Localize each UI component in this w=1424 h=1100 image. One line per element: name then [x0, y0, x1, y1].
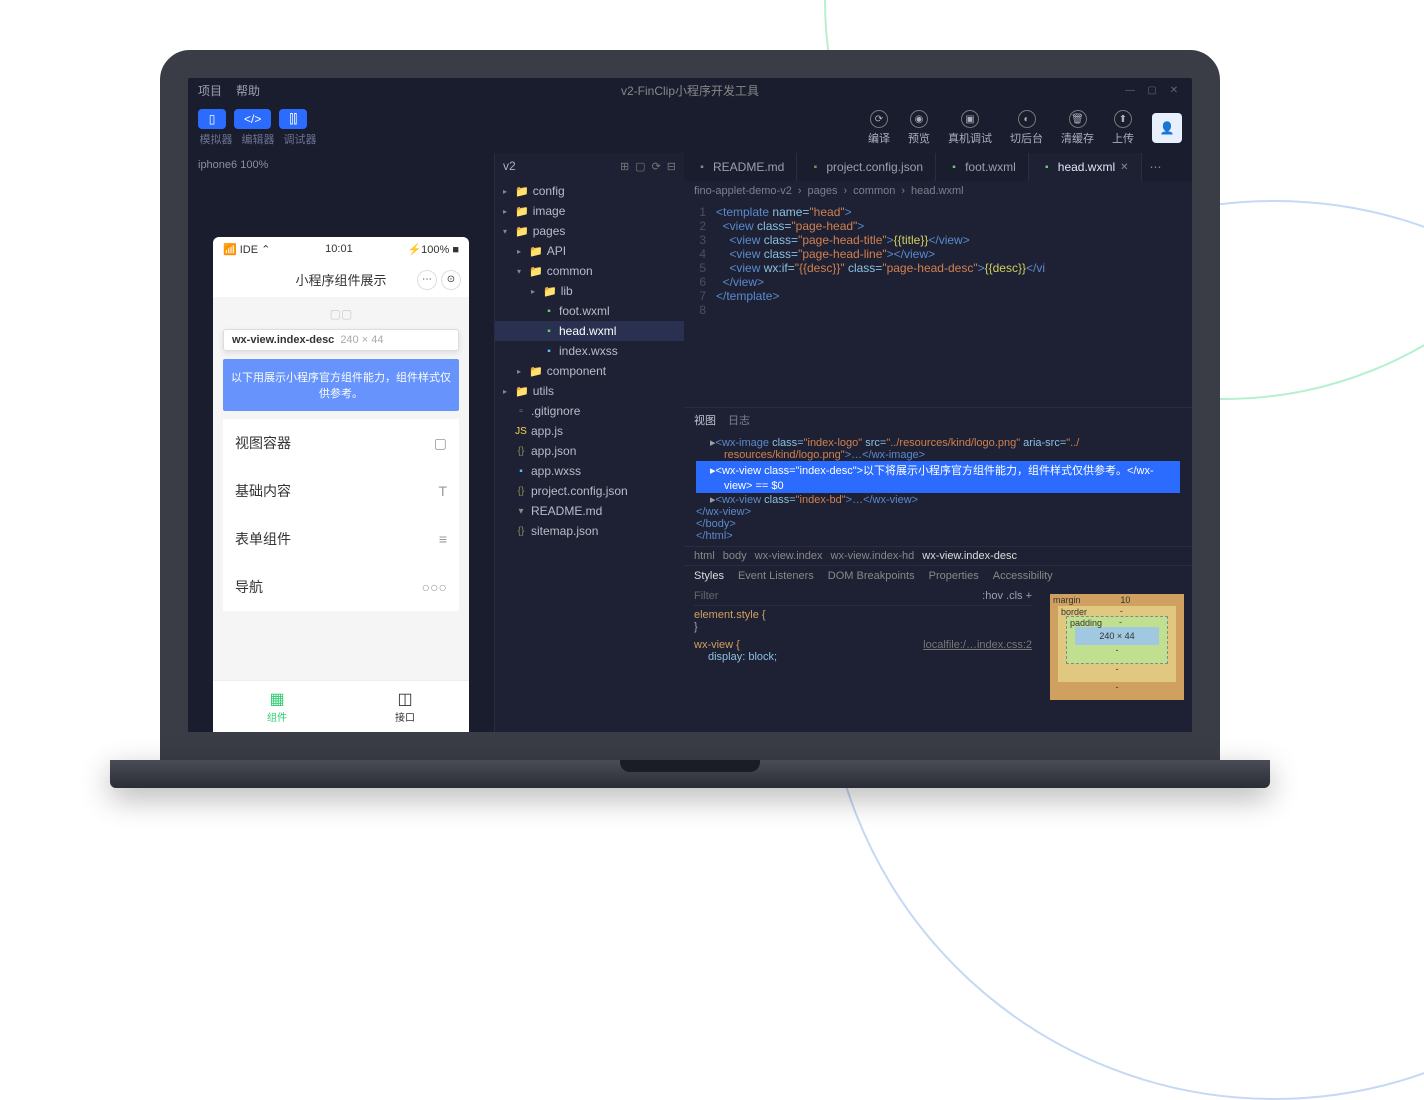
debugger-toggle[interactable]: ⫿⫿ [279, 109, 307, 129]
tree-item-config[interactable]: ▸📁config [495, 181, 684, 201]
tree-item-pages[interactable]: ▾📁pages [495, 221, 684, 241]
phone-menu-button[interactable]: ⋯ [417, 270, 437, 290]
editor-tab-head.wxml[interactable]: ▪head.wxml✕ [1029, 153, 1142, 181]
styles-filter[interactable]: Filter [694, 590, 718, 602]
editor-tabs: ▪README.md ▪project.config.json ▪foot.wx… [684, 153, 1192, 181]
list-item[interactable]: 表单组件≡ [223, 515, 459, 563]
ide-root: 项目 帮助 v2-FinClip小程序开发工具 — ▢ ✕ ▯ </> ⫿⫿ [188, 78, 1192, 732]
tree-item-image[interactable]: ▸📁image [495, 201, 684, 221]
phone-tabbar: ▦组件 ◫接口 [213, 680, 469, 732]
breadcrumb: fino-applet-demo-v2 › pages › common › h… [684, 181, 1192, 201]
dom-crumb[interactable]: wx-view.index [755, 550, 823, 562]
dom-crumb[interactable]: wx-view.index-desc [922, 550, 1017, 562]
menubar: 项目 帮助 v2-FinClip小程序开发工具 — ▢ ✕ [188, 78, 1192, 103]
tree-item-foot.wxml[interactable]: ▪foot.wxml [495, 301, 684, 321]
label-debugger: 调试器 [282, 131, 318, 147]
tree-item-head.wxml[interactable]: ▪head.wxml [495, 321, 684, 341]
refresh-icon[interactable]: ⟳ [652, 160, 661, 173]
project-root[interactable]: v2 [503, 159, 516, 173]
phone-title: 小程序组件展示 [295, 270, 386, 289]
crumb[interactable]: pages [808, 185, 838, 197]
user-avatar[interactable]: 👤 [1152, 113, 1182, 143]
editor-tab-project.config.json[interactable]: ▪project.config.json [797, 153, 936, 181]
tree-item-lib[interactable]: ▸📁lib [495, 281, 684, 301]
tree-item-app.json[interactable]: {}app.json [495, 441, 684, 461]
tree-item-project.config.json[interactable]: {}project.config.json [495, 481, 684, 501]
phone-statusbar: 📶 IDE ⌃ 10:01 ⚡100% ■ [213, 237, 469, 262]
phone-tab-components[interactable]: ▦组件 [213, 681, 341, 732]
phone-header: 小程序组件展示 ⋯ ⊙ [213, 262, 469, 297]
dom-crumb[interactable]: wx-view.index-hd [831, 550, 915, 562]
phone-tab-api[interactable]: ◫接口 [341, 681, 469, 732]
action-编译[interactable]: ⟳编译 [868, 110, 890, 146]
window-title: v2-FinClip小程序开发工具 [621, 82, 759, 99]
dom-crumb[interactable]: html [694, 550, 715, 562]
camera-dot [687, 61, 693, 67]
list-item[interactable]: 基础内容T [223, 467, 459, 515]
file-explorer: v2 ⊞ ▢ ⟳ ⊟ ▸📁config ▸📁image ▾📁pages ▸📁AP… [494, 153, 684, 732]
editor-toggle[interactable]: </> [234, 109, 271, 129]
styles-toggles[interactable]: :hov .cls + [982, 590, 1032, 602]
devtools: 视图 日志 ▸<wx-image class="index-logo" src=… [684, 407, 1192, 732]
dom-inspector[interactable]: ▸<wx-image class="index-logo" src="../re… [684, 432, 1192, 546]
code-area[interactable]: 1<template name="head">2 <view class="pa… [684, 201, 1192, 407]
list-item[interactable]: 视图容器▢ [223, 419, 459, 467]
tree-item-API[interactable]: ▸📁API [495, 241, 684, 261]
tree-item-sitemap.json[interactable]: {}sitemap.json [495, 521, 684, 541]
new-folder-icon[interactable]: ▢ [635, 160, 645, 173]
tree-item-utils[interactable]: ▸📁utils [495, 381, 684, 401]
action-上传[interactable]: ⬆上传 [1112, 110, 1134, 146]
style-tab-Properties[interactable]: Properties [929, 570, 979, 582]
action-真机调试[interactable]: ▣真机调试 [948, 110, 992, 146]
menu-help[interactable]: 帮助 [236, 82, 260, 99]
style-tab-DOM Breakpoints[interactable]: DOM Breakpoints [828, 570, 915, 582]
tree-item-app.js[interactable]: JSapp.js [495, 421, 684, 441]
inspector-tooltip: wx-view.index-desc240 × 44 [223, 329, 459, 351]
toolbar: ▯ </> ⫿⫿ 模拟器 编辑器 调试器 ⟳编译 ◉预览 ▣真机调试 ◐切后台 … [188, 103, 1192, 153]
list-item[interactable]: 导航○○○ [223, 563, 459, 611]
label-simulator: 模拟器 [198, 131, 234, 147]
style-tab-Event Listeners[interactable]: Event Listeners [738, 570, 814, 582]
minimize-button[interactable]: — [1122, 85, 1138, 97]
simulator-toggle[interactable]: ▯ [198, 109, 226, 129]
close-icon[interactable]: ✕ [1120, 162, 1128, 173]
editor-tab-README.md[interactable]: ▪README.md [684, 153, 797, 181]
menu-project[interactable]: 项目 [198, 82, 222, 99]
highlighted-element[interactable]: 以下用展示小程序官方组件能力，组件样式仅供参考。 [223, 359, 459, 411]
box-model: margin 10 border - padding - 240 × 4 [1042, 586, 1192, 732]
crumb[interactable]: common [853, 185, 895, 197]
collapse-icon[interactable]: ⊟ [667, 160, 676, 173]
tree-item-.gitignore[interactable]: ▫.gitignore [495, 401, 684, 421]
dom-crumb[interactable]: body [723, 550, 747, 562]
devtools-tab-log[interactable]: 日志 [728, 412, 750, 428]
tree-item-README.md[interactable]: ▾README.md [495, 501, 684, 521]
action-切后台[interactable]: ◐切后台 [1010, 110, 1043, 146]
tree-item-index.wxss[interactable]: ▪index.wxss [495, 341, 684, 361]
dom-breadcrumb: html body wx-view.index wx-view.index-hd wx-… [684, 546, 1192, 566]
devtools-tab-view[interactable]: 视图 [694, 412, 716, 428]
laptop-frame: 项目 帮助 v2-FinClip小程序开发工具 — ▢ ✕ ▯ </> ⫿⫿ [160, 50, 1220, 788]
new-file-icon[interactable]: ⊞ [620, 160, 629, 173]
phone-preview[interactable]: 📶 IDE ⌃ 10:01 ⚡100% ■ 小程序组件展示 ⋯ ⊙ [213, 237, 469, 732]
label-editor: 编辑器 [240, 131, 276, 147]
tree-item-component[interactable]: ▸📁component [495, 361, 684, 381]
action-预览[interactable]: ◉预览 [908, 110, 930, 146]
simulator-panel: iphone6 100% 📶 IDE ⌃ 10:01 ⚡100% ■ 小程序组件… [188, 153, 494, 732]
style-tab-Accessibility[interactable]: Accessibility [993, 570, 1053, 582]
maximize-button[interactable]: ▢ [1144, 85, 1160, 97]
action-清缓存[interactable]: 🗑清缓存 [1061, 110, 1094, 146]
style-tabs: Styles Event Listeners DOM Breakpoints Prop… [684, 566, 1192, 586]
phone-close-button[interactable]: ⊙ [441, 270, 461, 290]
styles-pane[interactable]: Filter :hov .cls + element.style {}</spa… [684, 586, 1042, 732]
tree-item-app.wxss[interactable]: ▪app.wxss [495, 461, 684, 481]
crumb[interactable]: fino-applet-demo-v2 [694, 185, 792, 197]
more-tabs[interactable]: ⋯ [1142, 160, 1170, 174]
editor-tab-foot.wxml[interactable]: ▪foot.wxml [936, 153, 1029, 181]
tree-item-common[interactable]: ▾📁common [495, 261, 684, 281]
editor-panel: ▪README.md ▪project.config.json ▪foot.wx… [684, 153, 1192, 732]
close-button[interactable]: ✕ [1166, 85, 1182, 97]
style-tab-Styles[interactable]: Styles [694, 570, 724, 582]
crumb[interactable]: head.wxml [911, 185, 964, 197]
sim-device-status: iphone6 100% [188, 153, 494, 177]
